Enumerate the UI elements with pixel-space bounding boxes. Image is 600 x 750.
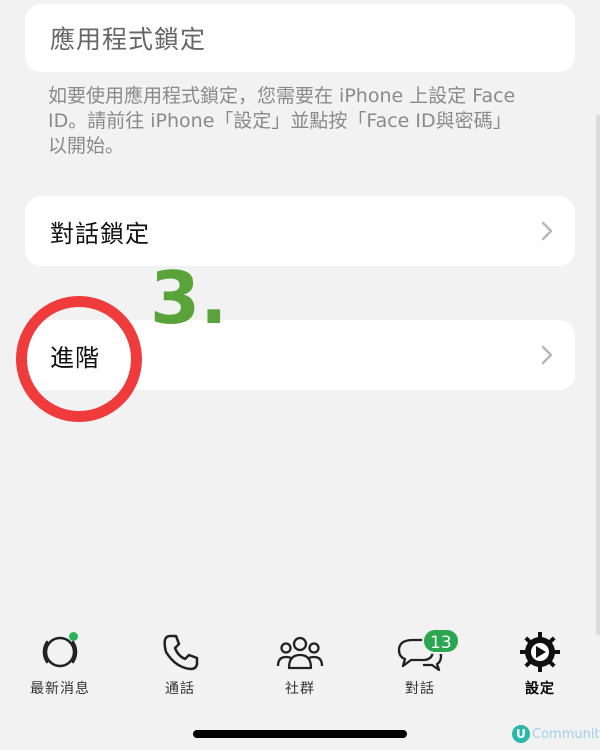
- tab-settings-label: 設定: [525, 681, 555, 697]
- communities-icon: [276, 636, 324, 670]
- chats-badge: 13: [422, 628, 460, 654]
- tab-settings[interactable]: 設定: [480, 620, 600, 710]
- chat-lock-row[interactable]: 對話鎖定: [25, 196, 575, 266]
- watermark-text: Community: [532, 726, 600, 742]
- step-number-annotation: 3.: [150, 256, 228, 340]
- tab-communities-label: 社群: [285, 681, 315, 697]
- tab-updates[interactable]: 最新消息: [0, 620, 120, 710]
- chevron-right-icon: [541, 345, 553, 365]
- description-line-3: 以開始。: [48, 135, 125, 157]
- tab-chats-label: 對話: [405, 681, 435, 697]
- home-indicator[interactable]: [193, 730, 407, 738]
- watermark-logo: U: [512, 725, 530, 743]
- tab-communities[interactable]: 社群: [240, 620, 360, 710]
- watermark: U Community: [512, 725, 600, 743]
- description-line-2: ID。請前往 iPhone「設定」並點按「Face ID與密碼」: [48, 110, 512, 132]
- tab-calls-label: 通話: [165, 681, 195, 697]
- app-lock-card[interactable]: 應用程式鎖定: [25, 4, 575, 72]
- advanced-row[interactable]: 進階: [25, 320, 575, 390]
- description-line-1: 如要使用應用程式鎖定，您需要在 iPhone 上設定 Face: [48, 85, 516, 107]
- bottom-tab-bar: 最新消息 通話 社群 13 對話 設定: [0, 620, 600, 710]
- phone-icon: [163, 634, 199, 671]
- app-lock-description: 如要使用應用程式鎖定，您需要在 iPhone 上設定 Face ID。請前往 i…: [48, 84, 548, 159]
- tab-calls[interactable]: 通話: [120, 620, 240, 710]
- advanced-label: 進階: [50, 343, 100, 372]
- tab-updates-label: 最新消息: [30, 681, 90, 697]
- scrollbar[interactable]: [596, 115, 600, 635]
- chevron-right-icon: [541, 221, 553, 241]
- tab-chats[interactable]: 13 對話: [360, 620, 480, 710]
- gear-icon: [520, 632, 560, 672]
- chat-lock-label: 對話鎖定: [50, 219, 150, 248]
- app-lock-title: 應用程式鎖定: [50, 25, 207, 54]
- unread-dot: [69, 632, 78, 641]
